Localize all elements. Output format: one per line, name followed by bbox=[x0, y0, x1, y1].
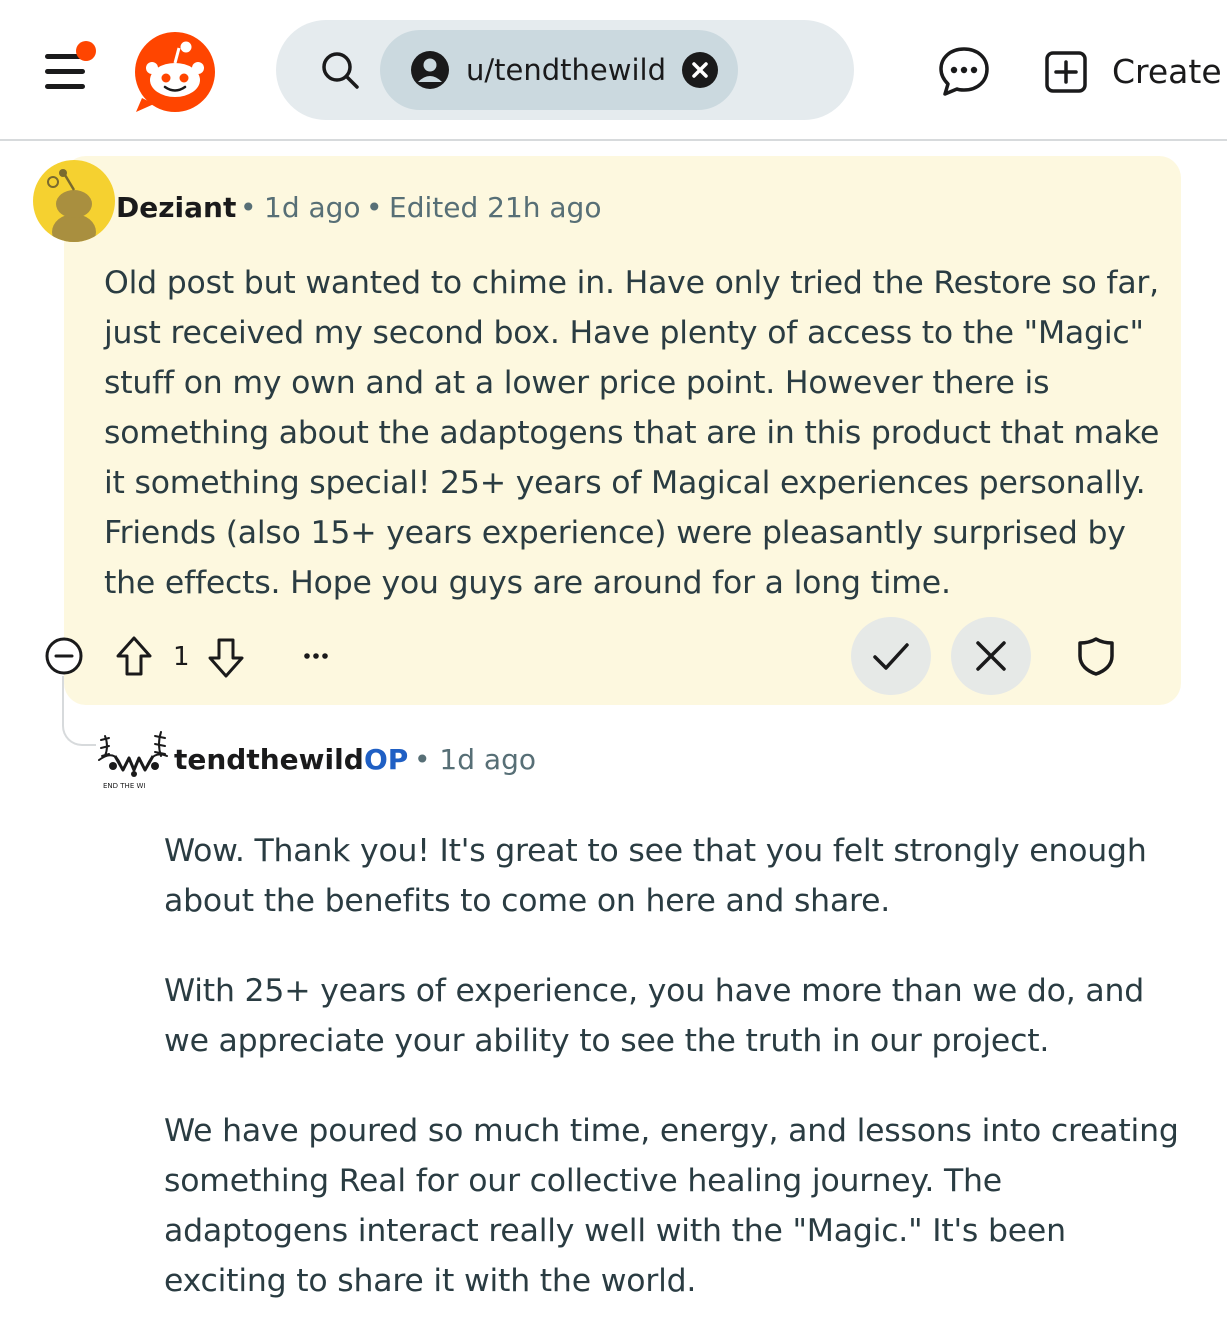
downvote-icon[interactable] bbox=[206, 636, 246, 680]
clear-filter-icon[interactable] bbox=[680, 50, 720, 90]
notification-dot bbox=[76, 41, 96, 61]
comment-author[interactable]: Deziant bbox=[116, 190, 236, 226]
search-chip-label: u/tendthewild bbox=[466, 53, 666, 87]
chat-icon[interactable] bbox=[936, 44, 992, 98]
snoo-avatar-icon[interactable] bbox=[33, 160, 115, 242]
mod-shield-icon[interactable] bbox=[1074, 634, 1118, 678]
reddit-logo-icon[interactable] bbox=[132, 28, 218, 114]
meta-separator: • bbox=[366, 191, 383, 224]
reply-meta: • 1d ago bbox=[414, 743, 536, 776]
remove-button[interactable] bbox=[951, 617, 1031, 695]
search-bar[interactable]: u/tendthewild bbox=[276, 20, 854, 120]
search-icon bbox=[322, 52, 359, 89]
checkmark-icon bbox=[873, 643, 909, 670]
reply-age: 1d ago bbox=[439, 743, 536, 776]
user-icon bbox=[411, 51, 449, 89]
close-icon bbox=[976, 641, 1006, 671]
approve-button[interactable] bbox=[851, 617, 931, 695]
thread-line bbox=[62, 676, 96, 746]
collapse-thread-icon[interactable] bbox=[44, 636, 84, 676]
menu-button[interactable] bbox=[40, 41, 96, 93]
tendthewild-avatar-icon[interactable]: END THE WI bbox=[95, 726, 173, 792]
more-options-icon[interactable] bbox=[296, 638, 336, 674]
reply-author[interactable]: tendthewild bbox=[174, 742, 364, 778]
top-bar: u/tendthewild Create bbox=[0, 0, 1227, 141]
op-badge: OP bbox=[364, 743, 409, 776]
search-filter-chip[interactable]: u/tendthewild bbox=[380, 30, 738, 110]
comment-edited: Edited 21h ago bbox=[389, 191, 602, 224]
reply-paragraph: We have poured so much time, energy, and… bbox=[164, 1113, 1179, 1299]
create-label: Create bbox=[1112, 52, 1222, 91]
reply-paragraph: Wow. Thank you! It's great to see that y… bbox=[164, 833, 1147, 919]
plus-square-icon bbox=[1045, 51, 1087, 93]
vote-count: 1 bbox=[173, 642, 190, 672]
avatar-caption: END THE WI bbox=[103, 782, 145, 790]
meta-separator: • bbox=[240, 191, 257, 224]
reply-paragraph: With 25+ years of experience, you have m… bbox=[164, 973, 1145, 1059]
comment-body: Old post but wanted to chime in. Have on… bbox=[104, 265, 1160, 601]
upvote-icon[interactable] bbox=[114, 634, 154, 678]
comment-age: 1d ago bbox=[264, 191, 361, 224]
create-button[interactable]: Create bbox=[1040, 44, 1227, 100]
